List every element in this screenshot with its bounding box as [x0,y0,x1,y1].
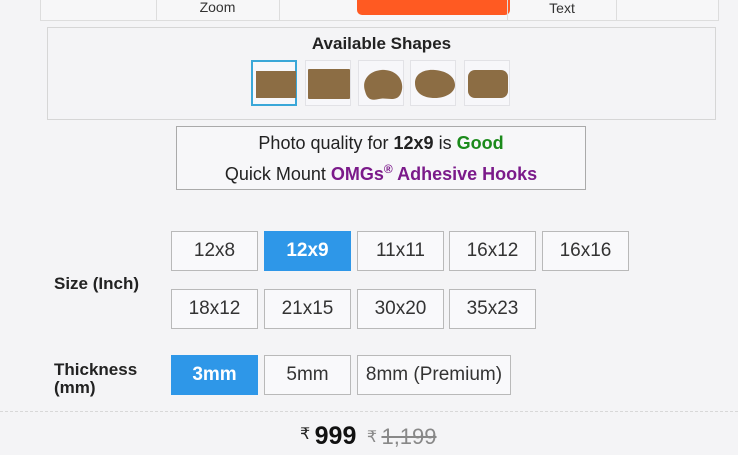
currency-symbol: ₹ [300,426,311,443]
registered-mark: ® [383,162,393,176]
quality-prefix: Photo quality for [258,133,394,153]
shapes-panel: Available Shapes [47,27,716,120]
brand-product: Adhesive Hooks [392,164,538,184]
shape-blob-1[interactable] [358,60,404,106]
quality-rating: Good [456,133,504,153]
thickness-label: Thickness (mm) [54,361,137,397]
rectangle-shape-icon [256,71,296,98]
apply-button[interactable] [357,0,510,15]
blob-shape-icon [364,69,403,100]
thickness-option-3mm[interactable]: 3mm [171,355,258,395]
toolbar-item-last[interactable] [616,0,718,20]
mount-prefix: Quick Mount [224,164,331,184]
quality-size: 12x9 [393,133,434,153]
pebble-shape-icon [415,69,455,98]
size-option-11x11[interactable]: 11x11 [357,231,444,271]
section-divider [0,411,738,412]
quick-mount-line: Quick Mount OMGs® Adhesive Hooks [177,162,585,185]
thickness-option-8mm-premium[interactable]: 8mm (Premium) [357,355,511,395]
size-label: Size (Inch) [54,274,140,293]
original-price: 1,199 [381,424,437,449]
size-option-12x9[interactable]: 12x9 [264,231,351,271]
toolbar-item-text[interactable]: Text [507,0,617,20]
quality-middle: is [433,133,457,153]
shape-square[interactable] [305,60,351,106]
original-currency-symbol: ₹ [366,429,377,446]
size-option-16x16[interactable]: 16x16 [542,231,629,271]
editor-toolbar: Zoom Text [40,0,719,21]
thickness-label-line2: (mm) [54,378,96,397]
price-row: ₹ 999 ₹ 1,199 [300,422,437,455]
thickness-option-5mm[interactable]: 5mm [264,355,351,395]
size-option-18x12[interactable]: 18x12 [171,289,258,329]
thickness-label-line1: Thickness [54,360,138,379]
shape-rectangle[interactable] [251,60,297,106]
brand-name: OMGs [330,164,384,184]
text-label: Text [549,0,575,16]
toolbar-item-1[interactable] [41,0,157,20]
zoom-label: Zoom [199,0,236,15]
photo-quality-box: Photo quality for 12x9 is Good Quick Mou… [176,126,586,190]
current-price: 999 [314,422,357,450]
size-option-12x8[interactable]: 12x8 [171,231,258,271]
shape-blob-2[interactable] [410,60,456,106]
shape-rounded-rectangle[interactable] [464,60,510,106]
toolbar-item-zoom[interactable]: Zoom [156,0,280,20]
photo-quality-line: Photo quality for 12x9 is Good [177,133,585,154]
size-option-30x20[interactable]: 30x20 [357,289,444,329]
brand-link[interactable]: OMGs® Adhesive Hooks [330,162,538,184]
square-shape-icon [308,69,350,99]
size-option-35x23[interactable]: 35x23 [449,289,536,329]
size-option-16x12[interactable]: 16x12 [449,231,536,271]
shapes-title: Available Shapes [311,34,452,53]
rounded-rectangle-shape-icon [468,70,508,98]
size-option-21x15[interactable]: 21x15 [264,289,351,329]
